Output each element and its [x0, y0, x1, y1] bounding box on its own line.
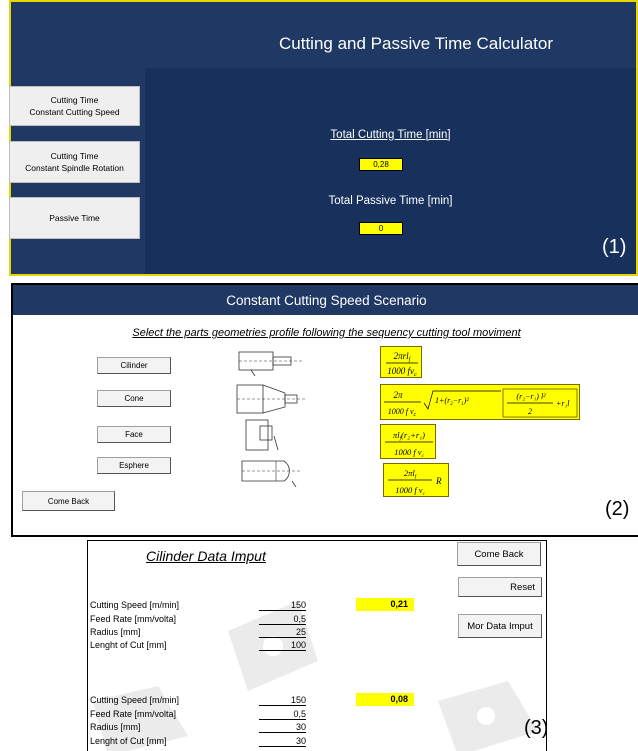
button-label: Cutting Time Constant Spindle Rotation	[25, 151, 124, 173]
cutting-time-result: 0,21	[356, 598, 414, 611]
scenario-instruction: Select the parts geometries profile foll…	[132, 327, 521, 339]
svg-text:1000 fvc: 1000 fvc	[387, 366, 417, 378]
cilinder-button[interactable]: Cilinder	[97, 357, 171, 374]
cylinder-formula: 2πrlf 1000 fvc	[380, 346, 422, 378]
total-cutting-time-value: 0,28	[359, 158, 403, 171]
come-back-button[interactable]: Come Back	[457, 542, 541, 566]
svg-text:2πrlf: 2πrlf	[394, 351, 412, 363]
face-formula: πlf(r₂+r₁) 1000 f vc	[380, 424, 436, 459]
cutting-time-constant-speed-button[interactable]: Cutting Time Constant Cutting Speed	[9, 86, 140, 126]
svg-text:1000 f vc: 1000 f vc	[394, 447, 424, 459]
svg-text:2: 2	[528, 407, 532, 416]
panel-tag-1: (1)	[602, 236, 627, 258]
passive-time-button[interactable]: Passive Time	[9, 197, 140, 239]
svg-text:(r₂−r₁) l²: (r₂−r₁) l²	[516, 392, 546, 401]
cutting-time-result: 0,08	[356, 693, 414, 706]
esphere-button[interactable]: Esphere	[97, 457, 171, 474]
feed-rate-field[interactable]: 0,5	[259, 709, 306, 720]
cone-sketch-icon	[236, 384, 305, 414]
panel-tag-2: (2)	[605, 498, 630, 520]
feed-rate-field[interactable]: 0,5	[259, 614, 306, 625]
svg-text:2π: 2π	[393, 390, 403, 400]
svg-text:1+(r2−r1)²: 1+(r2−r1)²	[435, 396, 469, 407]
radius-label: Radius [mm]	[90, 722, 141, 732]
sphere-formula: 2πlf 1000 f vc R	[383, 463, 449, 497]
radius-field[interactable]: 30	[259, 722, 306, 733]
cone-formula: 2π 1000 f vc 1+(r2−r1)² (r₂−r₁) l² 2 +r₁…	[380, 384, 580, 420]
cilinder-data-title: Cilinder Data Imput	[146, 548, 266, 564]
length-of-cut-field[interactable]: 30	[259, 736, 306, 747]
panel-tag-3: (3)	[524, 717, 547, 739]
length-of-cut-label: Lenght of Cut [mm]	[90, 736, 167, 746]
button-label: Cutting Time Constant Cutting Speed	[29, 95, 120, 117]
svg-text:2πlf: 2πlf	[404, 468, 417, 480]
svg-text:πlf(r₂+r₁): πlf(r₂+r₁)	[393, 430, 425, 442]
svg-text:R: R	[435, 476, 442, 486]
radius-field[interactable]: 25	[259, 627, 306, 638]
svg-text:1000 f vc: 1000 f vc	[388, 407, 417, 418]
cilinder-data-input-panel: Cilinder Data Imput Come Back Reset Mor …	[87, 540, 547, 751]
cutting-speed-label: Cutting Speed [m/min]	[90, 695, 180, 705]
total-passive-time-value: 0	[359, 222, 403, 235]
cutting-speed-label: Cutting Speed [m/min]	[90, 600, 180, 610]
svg-text:+r₁l: +r₁l	[556, 399, 570, 408]
cone-button[interactable]: Cone	[97, 390, 171, 407]
total-cutting-time-label: Total Cutting Time [min]	[330, 129, 451, 141]
svg-text:1000 f vc: 1000 f vc	[395, 485, 425, 497]
scenario-title: Constant Cutting Speed Scenario	[13, 285, 638, 315]
button-label: Passive Time	[49, 213, 100, 223]
radius-label: Radius [mm]	[90, 627, 141, 637]
cylinder-sketch-icon	[238, 351, 303, 377]
face-sketch-icon	[245, 419, 279, 451]
sphere-sketch-icon	[241, 460, 302, 487]
cutting-speed-field[interactable]: 150	[259, 600, 306, 611]
results-area	[145, 68, 636, 274]
length-of-cut-field[interactable]: 100	[259, 640, 306, 651]
cutting-time-constant-rotation-button[interactable]: Cutting Time Constant Spindle Rotation	[9, 141, 140, 183]
cutting-speed-field[interactable]: 150	[259, 695, 306, 706]
come-back-button[interactable]: Come Back	[22, 491, 115, 511]
face-button[interactable]: Face	[97, 426, 171, 443]
feed-rate-label: Feed Rate [mm/volta]	[90, 709, 177, 719]
total-passive-time-label: Total Passive Time [min]	[328, 195, 453, 207]
calculator-title: Cutting and Passive Time Calculator	[278, 34, 554, 53]
length-of-cut-label: Lenght of Cut [mm]	[90, 640, 167, 650]
feed-rate-label: Feed Rate [mm/volta]	[90, 614, 177, 624]
reset-button[interactable]: Reset	[458, 577, 542, 597]
more-data-input-button[interactable]: Mor Data Imput	[458, 614, 542, 638]
